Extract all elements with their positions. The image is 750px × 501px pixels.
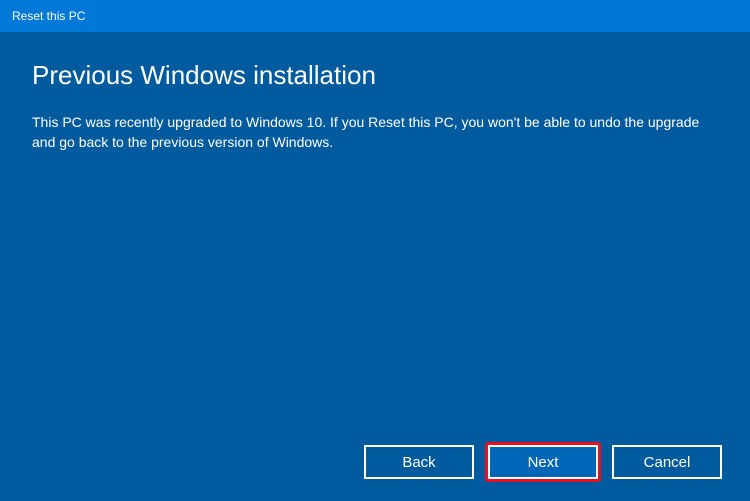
page-description: This PC was recently upgraded to Windows…: [32, 113, 702, 152]
button-row: Back Next Cancel: [364, 445, 722, 479]
dialog-content: Previous Windows installation This PC wa…: [0, 32, 750, 152]
cancel-button[interactable]: Cancel: [612, 445, 722, 479]
page-heading: Previous Windows installation: [32, 60, 718, 91]
titlebar: Reset this PC: [0, 0, 750, 32]
titlebar-title: Reset this PC: [12, 9, 85, 23]
back-button[interactable]: Back: [364, 445, 474, 479]
dialog-window: Reset this PC Previous Windows installat…: [0, 0, 750, 501]
next-button[interactable]: Next: [488, 445, 598, 479]
